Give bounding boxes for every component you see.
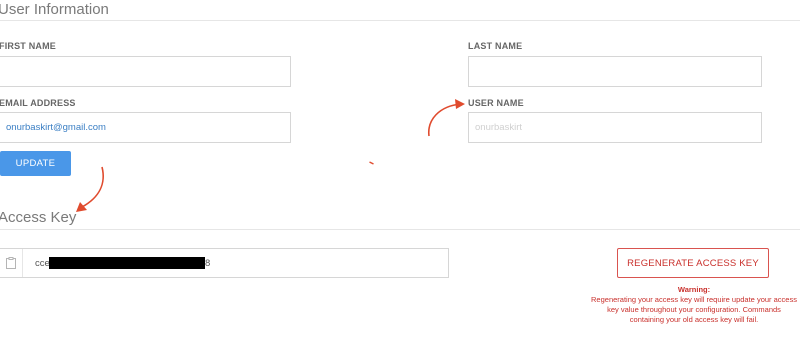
redaction-bar [49,257,205,269]
access-key-field[interactable]: cce 8 [0,248,449,278]
annotation-mark [369,161,374,165]
username-label: USER NAME [468,98,524,108]
access-key-divider [0,229,800,230]
annotation-arrow-access-key [76,166,104,212]
clipboard-icon [6,257,16,269]
last-name-label: LAST NAME [468,41,523,51]
warning-title: Warning: [677,285,711,294]
access-key-suffix: 8 [205,258,211,269]
copy-key-button[interactable] [0,249,23,277]
access-key-prefix: cce [35,258,50,269]
user-info-title: User Information [0,1,109,18]
user-info-divider [0,20,800,21]
first-name-field[interactable] [0,56,291,87]
last-name-field[interactable] [468,56,762,87]
regenerate-access-key-button[interactable]: REGENERATE ACCESS KEY [617,248,769,278]
regenerate-warning: Warning: Regenerating your access key wi… [590,285,798,325]
username-field[interactable] [468,112,762,143]
annotation-arrow-username [428,99,465,137]
first-name-label: FIRST NAME [0,41,56,51]
access-key-title: Access Key [0,209,77,226]
update-button[interactable]: UPDATE [0,151,71,176]
warning-text: Regenerating your access key will requir… [591,295,797,324]
email-field[interactable] [0,112,291,143]
email-label: EMAIL ADDRESS [0,98,76,108]
